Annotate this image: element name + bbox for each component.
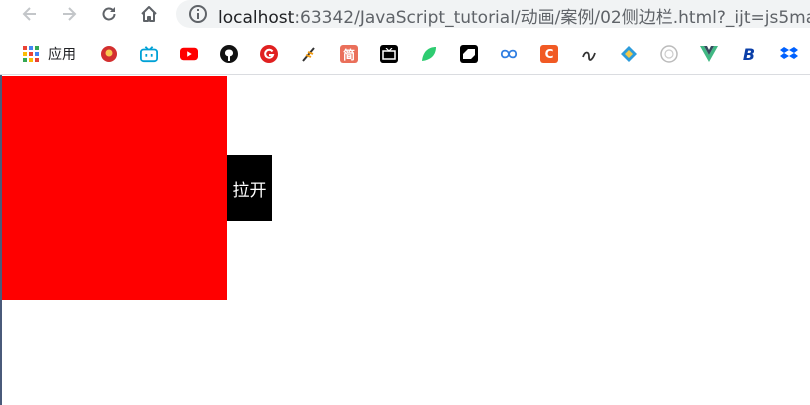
url-host: localhost (218, 8, 295, 28)
bookmark-youtube[interactable] (180, 44, 198, 64)
bookmark-feather[interactable] (300, 44, 318, 64)
browser-toolbar: localhost:63342/JavaScript_tutorial/动画/案… (0, 0, 810, 36)
bookmark-diamond[interactable] (620, 44, 638, 64)
address-bar[interactable]: localhost:63342/JavaScript_tutorial/动画/案… (176, 0, 810, 28)
bookmark-bilibili[interactable] (140, 44, 158, 64)
apps-grid-icon (22, 45, 40, 63)
reload-icon (102, 7, 116, 21)
vue-icon (700, 45, 718, 63)
bookmark-infinity[interactable] (500, 44, 518, 64)
url-text: localhost:63342/JavaScript_tutorial/动画/案… (218, 3, 810, 28)
back-arrow-icon (22, 7, 36, 21)
reload-button[interactable] (91, 0, 127, 28)
bookmark-csdn[interactable] (460, 44, 478, 64)
csdn-icon (460, 45, 478, 63)
forward-arrow-icon (63, 7, 77, 21)
dropbox-icon (780, 45, 798, 63)
sidebar-toggle-button[interactable]: 拉开 (227, 155, 272, 221)
bookmark-jianshu[interactable]: 简 (340, 44, 358, 64)
infinity-icon (500, 45, 518, 63)
youtube-icon (180, 45, 198, 63)
tv-icon (380, 45, 398, 63)
bilibili-icon (140, 45, 158, 63)
c-icon: C (540, 45, 558, 63)
badge-icon (660, 45, 678, 63)
jianshu-icon: 简 (340, 45, 358, 63)
b-icon: B (742, 44, 756, 64)
script-icon (580, 45, 598, 63)
diamond-icon (620, 45, 638, 63)
forward-button[interactable] (51, 0, 87, 28)
bookmark-badge[interactable] (660, 44, 678, 64)
bookmarks-bar: 应用 简 C B (0, 36, 810, 75)
g-red-icon (260, 45, 278, 63)
github-icon (220, 45, 238, 63)
home-button[interactable] (131, 0, 167, 28)
bookmark-g-red[interactable] (260, 44, 278, 64)
bookmark-b[interactable]: B (740, 44, 758, 64)
home-icon (141, 6, 157, 22)
bookmark-tv[interactable] (380, 44, 398, 64)
emblem-icon (100, 45, 118, 63)
leaf-icon (420, 45, 438, 63)
bookmark-vue[interactable] (700, 44, 718, 64)
bookmark-script[interactable] (580, 44, 598, 64)
url-path: :63342/JavaScript_tutorial/动画/案例/02侧边栏.h… (294, 8, 810, 28)
bookmark-emblem[interactable] (100, 44, 118, 64)
info-icon[interactable] (188, 4, 208, 28)
feather-icon (300, 45, 318, 63)
sidebar-panel (2, 76, 227, 300)
apps-label: 应用 (48, 47, 76, 63)
bookmark-c[interactable]: C (540, 44, 558, 64)
bookmark-leaf[interactable] (420, 44, 438, 64)
back-button[interactable] (12, 0, 48, 28)
apps-bookmark[interactable]: 应用 (22, 44, 76, 64)
bookmark-dropbox[interactable] (780, 44, 798, 64)
bookmark-github[interactable] (220, 44, 238, 64)
